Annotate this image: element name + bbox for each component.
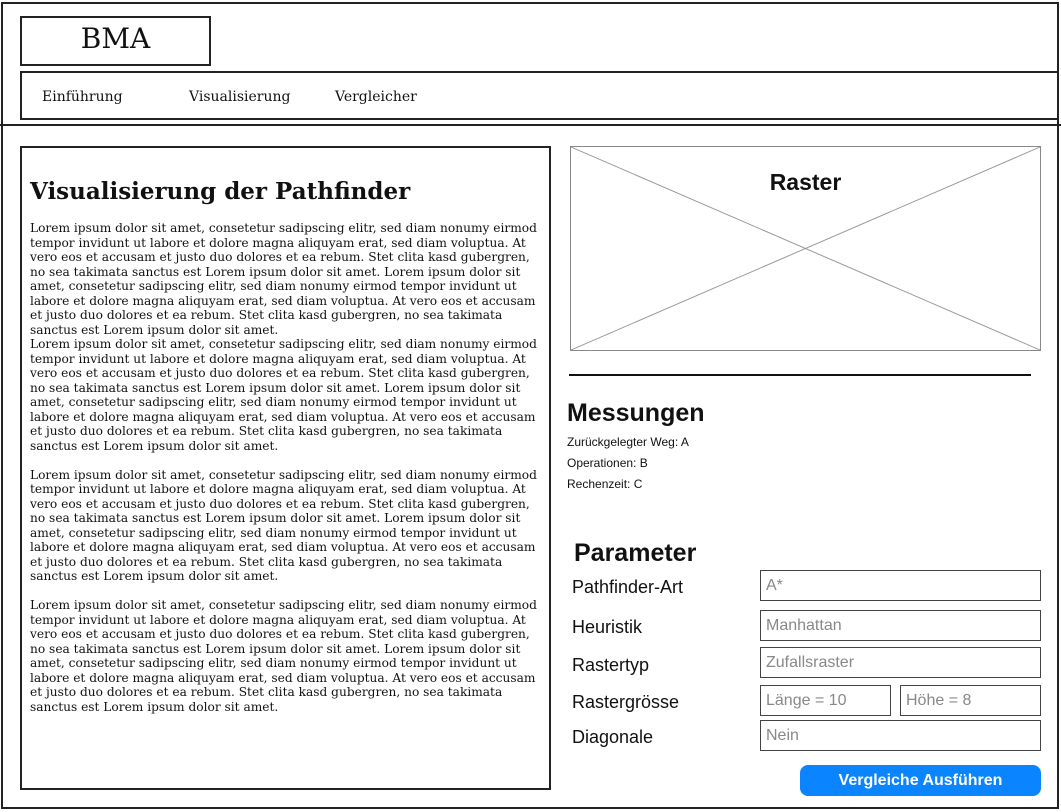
page-title: Visualisierung der Pathfinder [30,178,411,205]
diagonal-label: Diagonale [572,727,654,747]
measurement-time: Rechenzeit: C [567,477,643,491]
nav-item-vergleicher[interactable]: Vergleicher [335,89,417,105]
paragraph: Lorem ipsum dolor sit amet, consetetur s… [30,467,537,584]
heuristic-select[interactable]: Manhattan [760,610,1041,641]
logo-text: BMA [80,21,151,55]
raster-placeholder: Raster [570,146,1041,351]
raster-label: Raster [769,169,842,195]
grid-height-input[interactable]: Höhe = 8 [900,685,1041,716]
text-panel: Visualisierung der Pathfinder Lorem ipsu… [20,146,551,790]
paragraph: Lorem ipsum dolor sit amet, consetetur s… [30,221,537,337]
heuristic-label: Heuristik [572,617,643,637]
pathfinder-select[interactable]: A* [760,570,1041,601]
parameters-title: Parameter [574,539,697,567]
paragraph: Lorem ipsum dolor sit amet, consetetur s… [30,598,537,714]
logo[interactable]: BMA [20,16,211,66]
grid-length-input[interactable]: Länge = 10 [760,685,891,716]
measurements-title: Messungen [567,399,705,427]
nav-bar: Einführung Visualisierung Vergleicher [20,71,1059,120]
measurement-operations: Operationen: B [567,456,648,470]
grid-type-label: Rastertyp [572,655,650,675]
nav-item-visualisierung[interactable]: Visualisierung [189,89,290,105]
grid-size-label: Rastergrösse [572,692,680,712]
diagonal-select[interactable]: Nein [760,720,1041,751]
section-divider [569,374,1031,376]
body-text: Lorem ipsum dolor sit amet, consetetur s… [30,221,544,714]
pathfinder-label: Pathfinder-Art [572,577,684,597]
run-comparison-button[interactable]: Vergleiche Ausführen [800,765,1041,796]
grid-type-select[interactable]: Zufallsraster [760,647,1041,678]
header-divider [0,124,1061,126]
nav-item-einfuehrung[interactable]: Einführung [42,89,123,105]
measurement-distance: Zurückgelegter Weg: A [567,435,689,449]
paragraph: Lorem ipsum dolor sit amet, consetetur s… [30,337,537,453]
